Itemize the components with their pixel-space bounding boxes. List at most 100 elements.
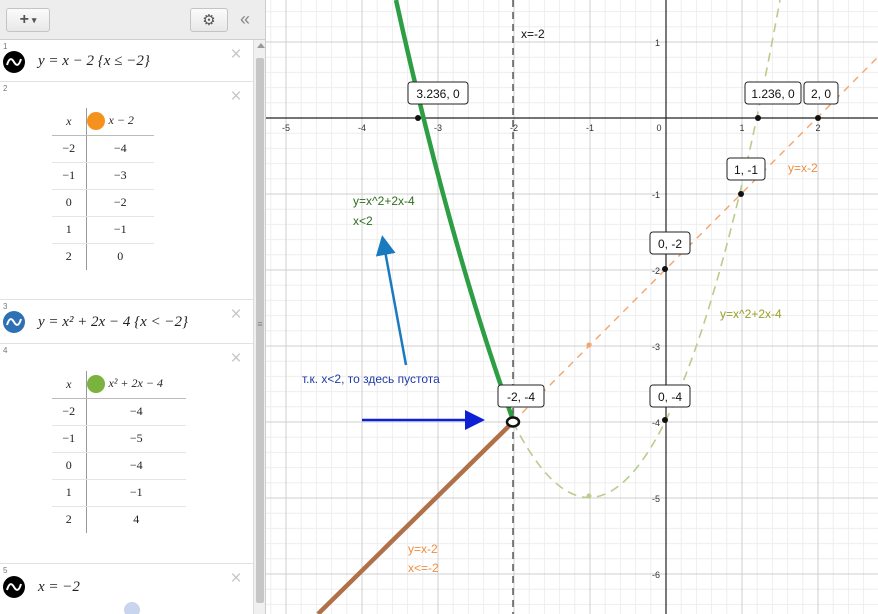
table-item[interactable]: 2 × x x − 2 −2 −4 −1 −3 0 −2 1 −1 20 bbox=[0, 82, 253, 300]
gear-icon: ⚙ bbox=[202, 12, 216, 29]
expression-formula[interactable]: x = −2 bbox=[38, 579, 80, 596]
point-label[interactable]: 1, -1 bbox=[726, 157, 766, 181]
table-row[interactable]: −1 −3 bbox=[52, 162, 154, 190]
y-tick-label: -5 bbox=[652, 494, 660, 504]
x-tick-label: -2 bbox=[510, 123, 518, 133]
table-row[interactable]: 20 bbox=[52, 243, 154, 270]
point-label[interactable]: 2, 0 bbox=[803, 81, 839, 105]
x-tick-label: -4 bbox=[358, 123, 366, 133]
scrollbar-thumb[interactable]: ≡ bbox=[256, 58, 264, 603]
chevron-down-icon: ▾ bbox=[31, 14, 37, 25]
graph-style-icon[interactable] bbox=[3, 311, 25, 333]
expression-panel: + ▾ ⚙ « 1 y = x − 2 {x ≤ −2} × 2 × x x −… bbox=[0, 0, 266, 614]
x-tick-label: 1 bbox=[739, 123, 744, 133]
double-chevron-left-icon: « bbox=[240, 9, 251, 29]
value-table: x x² + 2x − 4 −2 −4 −1 −5 0 −4 1 −1 24 bbox=[52, 371, 186, 533]
grip-icon: ≡ bbox=[257, 319, 263, 329]
expression-index: 5 bbox=[3, 566, 8, 575]
point-label[interactable]: -2, -4 bbox=[497, 384, 545, 408]
point-marker[interactable] bbox=[415, 115, 421, 121]
svg-text:1.236, 0: 1.236, 0 bbox=[751, 87, 795, 101]
table-row[interactable]: −1 −5 bbox=[52, 425, 186, 453]
expression-toolbar: + ▾ ⚙ « bbox=[0, 0, 265, 40]
table-row[interactable]: 1 −1 bbox=[52, 216, 154, 244]
expression-index: 1 bbox=[3, 42, 8, 51]
point-label[interactable]: 0, -2 bbox=[649, 231, 691, 255]
y-tick-label: -1 bbox=[652, 190, 660, 200]
settings-button[interactable]: ⚙ bbox=[190, 8, 228, 32]
expression-index: 2 bbox=[3, 84, 8, 93]
parabola-label[interactable]: y=x^2+2x-4 bbox=[720, 307, 782, 321]
point-marker[interactable] bbox=[586, 342, 592, 348]
graph-style-icon[interactable] bbox=[3, 576, 25, 598]
point-marker[interactable] bbox=[815, 115, 821, 121]
table-row[interactable]: −2 −4 bbox=[52, 398, 186, 426]
x-tick-label: -1 bbox=[586, 123, 594, 133]
parabola-restricted bbox=[393, 0, 516, 421]
table-header-y: x² + 2x − 4 bbox=[86, 371, 186, 399]
expression-item[interactable]: 1 y = x − 2 {x ≤ −2} × bbox=[0, 40, 253, 82]
delete-expression-button[interactable]: × bbox=[229, 349, 243, 368]
green-label-line1[interactable]: y=x^2+2x-4 bbox=[353, 194, 415, 208]
expression-item[interactable]: 5 x = −2 × bbox=[0, 564, 253, 614]
y-tick-label: -3 bbox=[652, 342, 660, 352]
table-row[interactable]: 0 −2 bbox=[52, 189, 154, 217]
point-marker[interactable] bbox=[662, 417, 668, 423]
graph-style-icon[interactable] bbox=[86, 112, 105, 131]
y-tick-label: -6 bbox=[652, 570, 660, 580]
table-row[interactable]: 0 −4 bbox=[52, 452, 186, 480]
panel-scrollbar[interactable]: ≡ bbox=[253, 40, 265, 614]
vertical-line-label[interactable]: x=-2 bbox=[521, 27, 545, 41]
x-tick-label: -5 bbox=[282, 123, 290, 133]
expression-index: 3 bbox=[3, 302, 8, 311]
table-header-x: x bbox=[52, 371, 87, 399]
expression-formula[interactable]: y = x² + 2x − 4 {x < −2} bbox=[38, 314, 188, 331]
svg-text:0, -2: 0, -2 bbox=[658, 237, 682, 251]
point-marker[interactable] bbox=[586, 493, 592, 499]
svg-text:3.236, 0: 3.236, 0 bbox=[416, 87, 460, 101]
point-marker[interactable] bbox=[755, 115, 761, 121]
graph-style-icon[interactable] bbox=[86, 375, 105, 394]
point-label[interactable]: 3.236, 0 bbox=[407, 81, 469, 105]
graph-style-icon[interactable] bbox=[3, 51, 25, 73]
slider-handle[interactable] bbox=[124, 602, 140, 614]
table-row[interactable]: 1 −1 bbox=[52, 479, 186, 507]
x-tick-label: 0 bbox=[656, 123, 661, 133]
point-label[interactable]: 0, -4 bbox=[649, 384, 691, 408]
y-tick-label: -4 bbox=[652, 418, 660, 428]
delete-expression-button[interactable]: × bbox=[229, 87, 243, 106]
scroll-up-icon[interactable] bbox=[257, 43, 265, 48]
annotation-note[interactable]: т.к. x<2, то здесь пустота bbox=[302, 372, 440, 386]
point-marker[interactable] bbox=[738, 191, 744, 197]
table-row[interactable]: −2 −4 bbox=[52, 135, 154, 163]
parabola-dashed bbox=[512, 0, 781, 499]
delete-expression-button[interactable]: × bbox=[229, 305, 243, 324]
graph-canvas[interactable]: -5 -4 -3 -2 -1 0 1 2 1 -1 -2 -3 -4 -5 -6 3.236, 0 bbox=[266, 0, 878, 614]
x-tick-label: -3 bbox=[434, 123, 442, 133]
table-row[interactable]: 24 bbox=[52, 506, 186, 533]
collapse-panel-button[interactable]: « bbox=[240, 9, 250, 30]
x-tick-label: 2 bbox=[815, 123, 820, 133]
svg-text:1, -1: 1, -1 bbox=[734, 163, 758, 177]
svg-text:-2, -4: -2, -4 bbox=[507, 390, 535, 404]
add-item-button[interactable]: + ▾ bbox=[6, 8, 50, 32]
table-header-x: x bbox=[52, 108, 87, 136]
point-marker[interactable] bbox=[662, 266, 668, 272]
expression-item[interactable]: 3 y = x² + 2x − 4 {x < −2} × bbox=[0, 300, 253, 344]
line-label[interactable]: y=x-2 bbox=[788, 161, 818, 175]
value-table: x x − 2 −2 −4 −1 −3 0 −2 1 −1 20 bbox=[52, 108, 154, 270]
y-tick-label: 1 bbox=[655, 38, 660, 48]
brown-label-line2[interactable]: x<=-2 bbox=[408, 561, 439, 575]
expression-formula[interactable]: y = x − 2 {x ≤ −2} bbox=[38, 53, 150, 70]
table-header-y: x − 2 bbox=[86, 108, 154, 136]
green-label-line2[interactable]: x<2 bbox=[353, 214, 373, 228]
delete-expression-button[interactable]: × bbox=[229, 45, 243, 64]
open-point[interactable] bbox=[505, 416, 521, 428]
point-label[interactable]: 1.236, 0 bbox=[744, 81, 802, 105]
delete-expression-button[interactable]: × bbox=[229, 569, 243, 588]
table-item[interactable]: 4 × x x² + 2x − 4 −2 −4 −1 −5 0 −4 1 −1 24 bbox=[0, 344, 253, 564]
brown-label-line1[interactable]: y=x-2 bbox=[408, 542, 438, 556]
svg-text:0, -4: 0, -4 bbox=[658, 390, 682, 404]
expression-index: 4 bbox=[3, 346, 8, 355]
svg-text:2, 0: 2, 0 bbox=[811, 87, 831, 101]
